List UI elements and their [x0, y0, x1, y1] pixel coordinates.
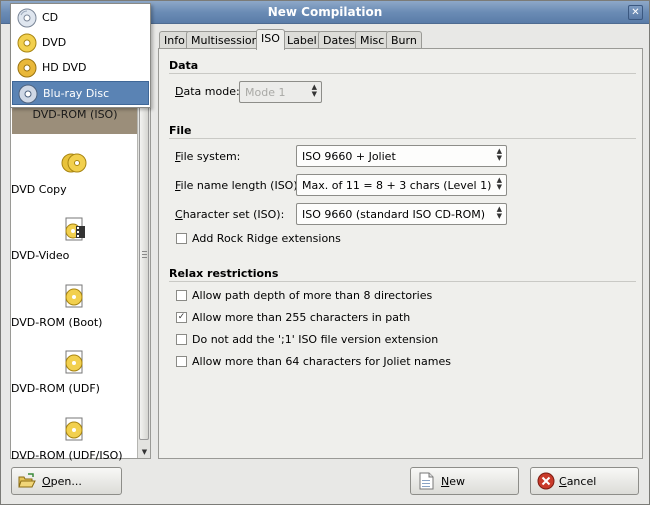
cancel-button-label: Cancel [559, 475, 597, 488]
file-system-select[interactable]: ISO 9660 + Joliet ▲ ▼ [296, 145, 507, 167]
section-divider [169, 138, 636, 139]
list-item-label: DVD-Video [11, 249, 70, 262]
new-compilation-window: New Compilation ✕ DVD-ROM (ISO) DVD Copy… [0, 0, 650, 505]
dvd-disc-icon [17, 33, 37, 53]
close-icon[interactable]: ✕ [628, 5, 643, 20]
file-system-label: File system: [175, 150, 241, 163]
iso-settings-page: Data Data mode: Mode 1 ▲ ▼ File File syst… [158, 48, 643, 459]
selected-project-label: DVD-ROM (ISO) [32, 108, 118, 121]
list-item-label: DVD Copy [11, 183, 67, 196]
checkbox-box[interactable] [176, 290, 187, 301]
list-item-dvd-video[interactable]: DVD-Video [11, 216, 137, 262]
updown-icon: ▲ ▼ [311, 83, 317, 98]
section-divider [169, 73, 636, 74]
menu-item-bluray[interactable]: Blu-ray Disc [12, 81, 149, 105]
updown-icon: ▲ ▼ [496, 205, 502, 220]
menu-item-cd[interactable]: CD [12, 6, 149, 30]
list-item-dvd-udf[interactable]: DVD-ROM (UDF) [11, 349, 137, 395]
file-name-length-label: File name length (ISO): [175, 179, 302, 192]
scroll-down-icon[interactable]: ▼ [139, 447, 150, 458]
data-mode-select[interactable]: Mode 1 ▲ ▼ [239, 81, 322, 103]
section-divider [169, 281, 636, 282]
dvd-video-icon [65, 217, 85, 241]
list-item-label: DVD-ROM (UDF/ISO) [11, 449, 123, 462]
checkbox-box[interactable] [176, 356, 187, 367]
hd-dvd-disc-icon [17, 58, 37, 78]
open-button[interactable]: Open... [11, 467, 122, 495]
open-folder-icon [18, 473, 36, 488]
scroll-thumb[interactable] [139, 70, 149, 440]
menu-item-label: HD DVD [42, 61, 87, 74]
dvd-copy-icon [61, 153, 87, 173]
menu-item-dvd[interactable]: DVD [12, 31, 149, 55]
open-button-label: Open... [42, 475, 82, 488]
tab-iso[interactable]: ISO [256, 29, 285, 50]
selected-project-item[interactable]: DVD-ROM (ISO) [12, 104, 138, 134]
section-title-file: File [169, 124, 192, 137]
dvd-udf-iso-icon [65, 417, 83, 441]
new-document-icon [419, 472, 434, 490]
checkbox-box[interactable] [176, 334, 187, 345]
cd-disc-icon [17, 8, 37, 28]
disc-type-menu[interactable]: CD DVD HD DVD Blu-ray Disc [10, 3, 151, 108]
updown-icon: ▲ ▼ [496, 176, 502, 191]
bluray-disc-icon [18, 84, 38, 104]
menu-item-label: CD [42, 11, 59, 24]
list-item-dvd-boot[interactable]: DVD-ROM (Boot) [11, 283, 137, 329]
new-button-label: New [441, 475, 465, 488]
character-set-label: Character set (ISO): [175, 208, 285, 221]
data-mode-label: Data mode: [175, 85, 240, 98]
list-item-dvd-copy[interactable]: DVD Copy [11, 150, 137, 196]
cancel-icon [537, 472, 555, 490]
list-item-label: DVD-ROM (Boot) [11, 316, 103, 329]
list-item-label: DVD-ROM (UDF) [11, 382, 100, 395]
section-title-relax: Relax restrictions [169, 267, 279, 280]
checkbox-box[interactable] [176, 233, 187, 244]
dvd-boot-icon [65, 284, 83, 308]
section-title-data: Data [169, 59, 199, 72]
new-button[interactable]: New [410, 467, 519, 495]
menu-item-hd-dvd[interactable]: HD DVD [12, 56, 149, 80]
menu-item-label: Blu-ray Disc [43, 87, 110, 100]
checkbox-box[interactable]: ✓ [176, 312, 187, 323]
menu-item-label: DVD [42, 36, 67, 49]
dvd-udf-icon [65, 350, 83, 374]
file-name-length-select[interactable]: Max. of 11 = 8 + 3 chars (Level 1) ▲ ▼ [296, 174, 507, 196]
updown-icon: ▲ ▼ [496, 147, 502, 162]
character-set-select[interactable]: ISO 9660 (standard ISO CD-ROM) ▲ ▼ [296, 203, 507, 225]
cancel-button[interactable]: Cancel [530, 467, 639, 495]
list-item-dvd-udf-iso[interactable]: DVD-ROM (UDF/ISO) [11, 416, 137, 462]
